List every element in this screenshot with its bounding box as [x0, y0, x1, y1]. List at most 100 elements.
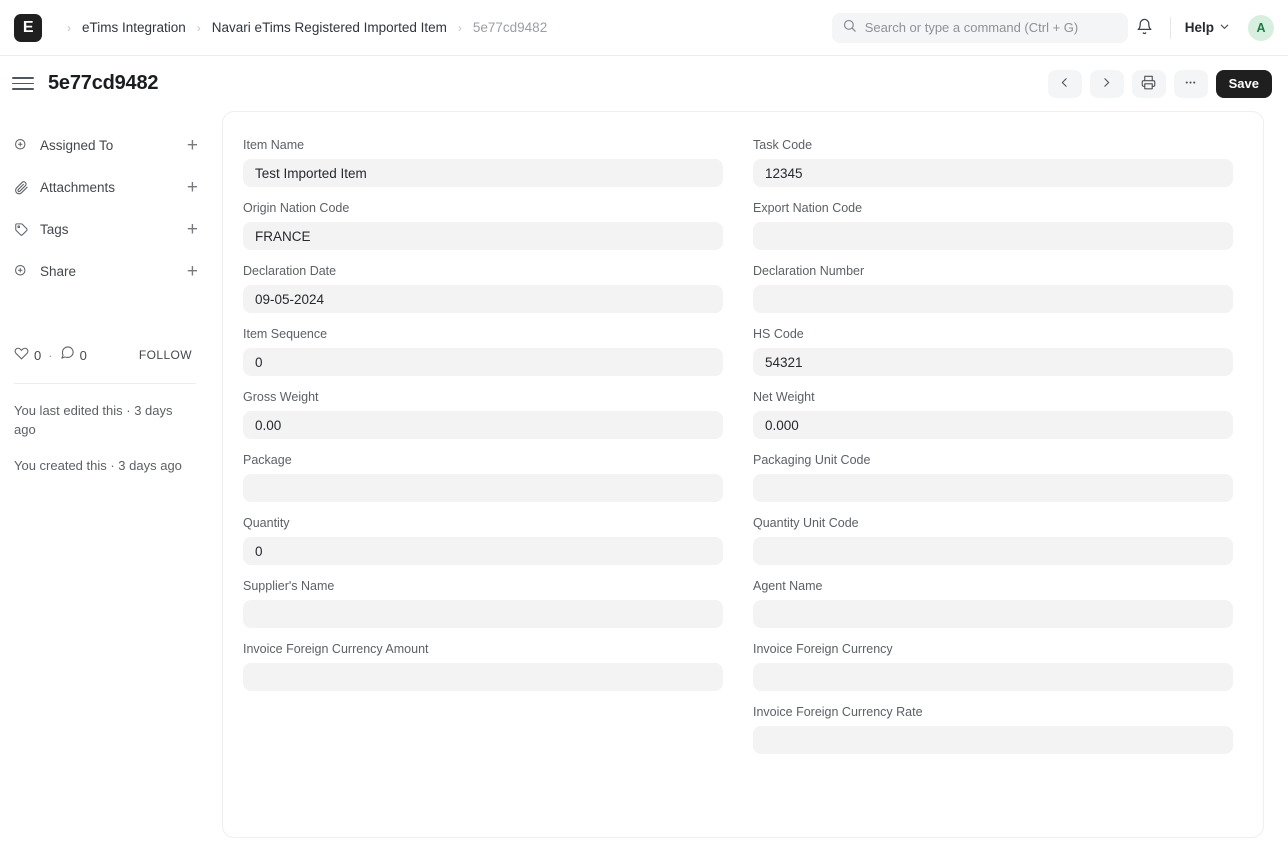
field-declaration-date: Declaration Date [243, 264, 723, 313]
print-button[interactable] [1131, 69, 1166, 98]
add-attachment-button[interactable]: + [187, 178, 202, 197]
sidebar-item-label: Assigned To [40, 137, 114, 153]
gross-weight-input[interactable] [243, 411, 723, 439]
sidebar-item-label: Tags [40, 221, 69, 237]
created-text: You created this · 3 days ago [14, 458, 182, 473]
field-task-code: Task Code [753, 138, 1233, 187]
last-edited-text: You last edited this · 3 days ago [14, 403, 173, 437]
invoice-foreign-currency-rate-input[interactable] [753, 726, 1233, 754]
breadcrumb-item-etims-integration[interactable]: eTims Integration [80, 18, 188, 37]
page-body: Assigned To + Attachments + Tags + Share… [0, 111, 1288, 846]
form-panel: Item Name Origin Nation Code Declaration… [222, 111, 1264, 838]
item-sequence-input[interactable] [243, 348, 723, 376]
sidebar-divider [14, 383, 196, 384]
field-item-sequence: Item Sequence [243, 327, 723, 376]
form-column-left: Item Name Origin Nation Code Declaration… [243, 138, 723, 768]
like-control[interactable]: 0 [14, 345, 41, 365]
field-label: Declaration Number [753, 264, 865, 278]
field-label: Packaging Unit Code [753, 453, 871, 467]
global-search[interactable] [831, 12, 1128, 43]
task-code-input[interactable] [753, 159, 1233, 187]
field-label: Task Code [753, 138, 813, 152]
field-quantity: Quantity [243, 516, 723, 565]
notifications-button[interactable] [1128, 12, 1162, 44]
export-nation-code-input[interactable] [753, 222, 1233, 250]
comment-count: 0 [79, 347, 87, 363]
chevron-down-icon [1219, 20, 1230, 35]
page-title: 5e77cd9482 [48, 72, 159, 94]
origin-nation-code-input[interactable] [243, 222, 723, 250]
breadcrumb-separator: › [457, 20, 462, 35]
quantity-input[interactable] [243, 537, 723, 565]
field-label: Invoice Foreign Currency Rate [753, 705, 923, 719]
save-button[interactable]: Save [1215, 69, 1272, 98]
breadcrumb-separator: › [67, 20, 71, 35]
add-share-button[interactable]: + [187, 262, 202, 281]
avatar[interactable]: A [1248, 14, 1274, 41]
field-label: HS Code [753, 327, 804, 341]
document-sidebar: Assigned To + Attachments + Tags + Share… [0, 111, 222, 846]
hamburger-icon-bar [12, 82, 34, 85]
next-document-button[interactable] [1089, 69, 1124, 98]
navbar-divider [1169, 16, 1171, 39]
hs-code-input[interactable] [753, 348, 1233, 376]
field-label: Invoice Foreign Currency Amount [243, 642, 429, 656]
printer-icon [1141, 75, 1156, 93]
breadcrumb: › eTims Integration › Navari eTims Regis… [58, 18, 832, 37]
suppliers-name-input[interactable] [243, 600, 723, 628]
add-tag-button[interactable]: + [187, 220, 202, 239]
help-label: Help [1184, 20, 1214, 35]
paperclip-icon [14, 180, 34, 195]
sidebar-item-share[interactable]: Share + [10, 255, 206, 287]
ellipsis-icon [1183, 75, 1198, 93]
sidebar-toggle-button[interactable] [8, 69, 38, 99]
field-label: Origin Nation Code [243, 201, 350, 215]
declaration-number-input[interactable] [753, 285, 1233, 313]
invoice-foreign-currency-amount-input[interactable] [243, 663, 723, 691]
field-label: Net Weight [753, 390, 815, 404]
field-label: Quantity [243, 516, 290, 530]
chevron-right-icon [1100, 76, 1113, 92]
sidebar-item-assigned-to[interactable]: Assigned To + [10, 129, 206, 161]
package-input[interactable] [243, 474, 723, 502]
chevron-left-icon [1058, 76, 1071, 92]
field-label: Supplier's Name [243, 579, 335, 593]
field-invoice-foreign-currency-rate: Invoice Foreign Currency Rate [753, 705, 1233, 754]
comment-control[interactable]: 0 [60, 345, 87, 365]
item-name-input[interactable] [243, 159, 723, 187]
packaging-unit-code-input[interactable] [753, 474, 1233, 502]
declaration-date-input[interactable] [243, 285, 723, 313]
field-origin-nation-code: Origin Nation Code [243, 201, 723, 250]
share-user-icon [14, 264, 34, 279]
quantity-unit-code-input[interactable] [753, 537, 1233, 565]
field-hs-code: HS Code [753, 327, 1233, 376]
breadcrumb-item-current: 5e77cd9482 [472, 20, 548, 35]
previous-document-button[interactable] [1047, 69, 1082, 98]
app-logo[interactable]: E [14, 13, 42, 42]
follow-button[interactable]: FOLLOW [139, 348, 202, 362]
field-gross-weight: Gross Weight [243, 390, 723, 439]
more-options-button[interactable] [1173, 69, 1208, 98]
field-export-nation-code: Export Nation Code [753, 201, 1233, 250]
field-label: Invoice Foreign Currency [753, 642, 893, 656]
invoice-foreign-currency-input[interactable] [753, 663, 1233, 691]
field-label: Quantity Unit Code [753, 516, 859, 530]
social-separator: · [48, 347, 53, 363]
field-declaration-number: Declaration Number [753, 264, 1233, 313]
sidebar-item-attachments[interactable]: Attachments + [10, 171, 206, 203]
net-weight-input[interactable] [753, 411, 1233, 439]
field-label: Item Name [243, 138, 305, 152]
breadcrumb-item-doctype[interactable]: Navari eTims Registered Imported Item [210, 18, 449, 37]
help-menu[interactable]: Help [1179, 16, 1236, 39]
document-toolbar: 5e77cd9482 Save [0, 56, 1288, 111]
field-label: Package [243, 453, 292, 467]
field-invoice-foreign-currency-amount: Invoice Foreign Currency Amount [243, 642, 723, 691]
hamburger-icon-bar [12, 77, 34, 79]
field-label: Export Nation Code [753, 201, 863, 215]
agent-name-input[interactable] [753, 600, 1233, 628]
search-input[interactable] [864, 20, 1118, 35]
sidebar-item-tags[interactable]: Tags + [10, 213, 206, 245]
field-label: Item Sequence [243, 327, 328, 341]
field-label: Agent Name [753, 579, 823, 593]
add-assignment-button[interactable]: + [187, 136, 202, 155]
